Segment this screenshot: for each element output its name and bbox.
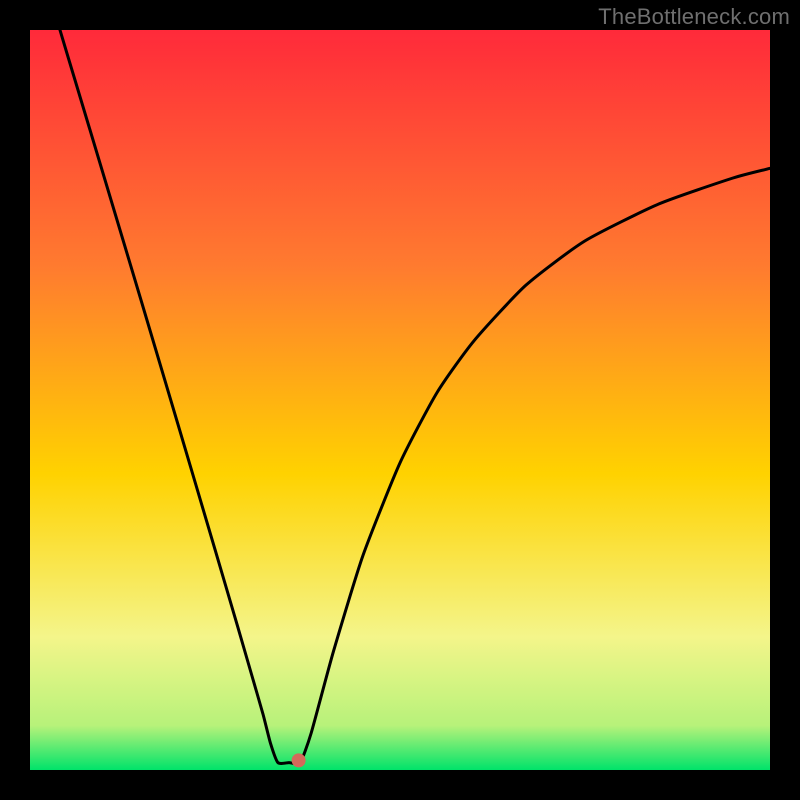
watermark-text: TheBottleneck.com: [598, 4, 790, 30]
chart-frame: TheBottleneck.com: [0, 0, 800, 800]
chart-svg: [30, 30, 770, 770]
plot-area: [30, 30, 770, 770]
minimum-marker: [292, 753, 306, 767]
gradient-background: [30, 30, 770, 770]
